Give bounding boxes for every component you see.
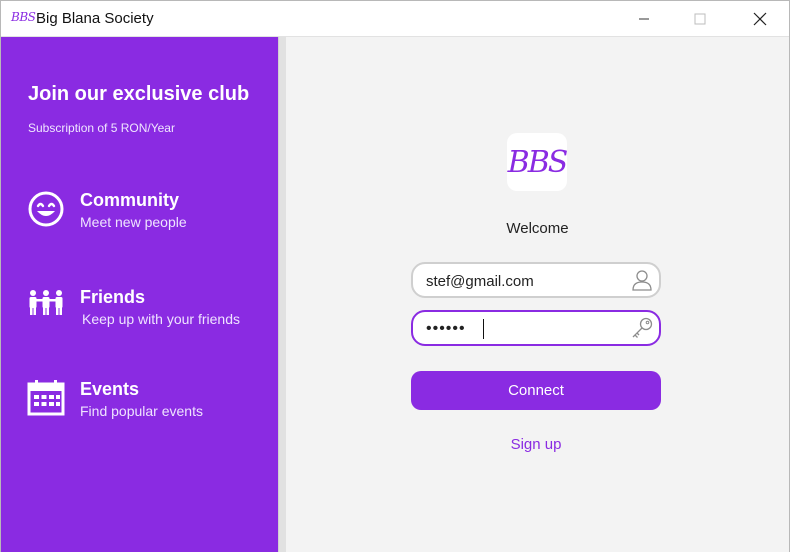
feature-friends: Friends Keep up with your friends bbox=[27, 287, 267, 337]
feature-title: Community bbox=[80, 190, 179, 210]
brand-logo-text: BBS bbox=[507, 144, 569, 180]
promo-subtitle: Subscription of 5 RON/Year bbox=[28, 121, 175, 135]
login-panel: BBS Welcome Connect Sign up bbox=[286, 37, 789, 552]
brand-logo: BBS bbox=[507, 133, 569, 191]
user-icon bbox=[632, 270, 652, 291]
connect-button[interactable]: Connect bbox=[411, 371, 661, 410]
window-title: Big Blana Society bbox=[36, 10, 154, 27]
feature-description: Find popular events bbox=[80, 403, 203, 419]
promo-title: Join our exclusive club bbox=[28, 83, 250, 105]
minimize-button[interactable] bbox=[621, 1, 667, 36]
title-bar: BBS Big Blana Society bbox=[1, 1, 789, 37]
close-button[interactable] bbox=[737, 1, 783, 36]
feature-description: Meet new people bbox=[80, 214, 187, 230]
welcome-text: Welcome bbox=[506, 220, 569, 237]
feature-title: Friends bbox=[80, 287, 146, 307]
minimize-icon bbox=[639, 18, 649, 19]
promo-panel: Join our exclusive club Subscription of … bbox=[1, 37, 278, 552]
maximize-button[interactable] bbox=[677, 1, 723, 36]
app-window: BBS Big Blana Society Join our exclusive… bbox=[0, 0, 790, 552]
feature-title: Events bbox=[80, 379, 140, 399]
people-group-icon bbox=[29, 290, 63, 315]
calendar-icon bbox=[27, 380, 65, 416]
maximize-icon bbox=[694, 13, 706, 24]
password-field[interactable] bbox=[411, 310, 661, 346]
password-input[interactable] bbox=[426, 318, 626, 340]
email-field[interactable] bbox=[411, 262, 661, 298]
app-logo-icon: BBS bbox=[11, 10, 36, 24]
feature-events: Events Find popular events bbox=[27, 379, 267, 429]
text-caret bbox=[483, 319, 484, 339]
feature-community: Community Meet new people bbox=[27, 190, 267, 240]
smiley-icon bbox=[28, 191, 64, 227]
key-icon bbox=[632, 317, 653, 338]
panel-divider bbox=[278, 37, 286, 552]
email-input[interactable] bbox=[426, 270, 626, 292]
close-icon bbox=[753, 12, 767, 25]
signup-link[interactable]: Sign up bbox=[286, 436, 786, 453]
feature-description: Keep up with your friends bbox=[82, 311, 240, 327]
